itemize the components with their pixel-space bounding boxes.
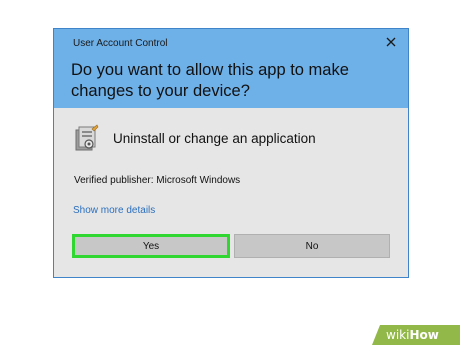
app-name: Uninstall or change an application <box>113 131 316 146</box>
yes-button-label: Yes <box>142 240 160 252</box>
dialog-title: User Account Control <box>73 38 168 49</box>
close-icon <box>386 37 396 47</box>
no-button-label: No <box>305 240 319 252</box>
no-button[interactable]: No <box>234 234 390 258</box>
dialog-header: User Account Control Do you want to allo… <box>54 29 408 108</box>
close-button[interactable] <box>384 35 398 49</box>
control-panel-icon <box>75 124 99 151</box>
watermark-suffix: How <box>409 328 439 342</box>
show-more-details-link[interactable]: Show more details <box>73 205 155 216</box>
uac-dialog: User Account Control Do you want to allo… <box>53 28 409 278</box>
yes-button[interactable]: Yes <box>72 234 230 258</box>
dialog-question: Do you want to allow this app to make ch… <box>71 61 349 100</box>
wikihow-watermark: wiki How <box>372 325 460 345</box>
watermark-prefix: wiki <box>386 328 410 342</box>
verified-publisher: Verified publisher: Microsoft Windows <box>74 175 241 186</box>
